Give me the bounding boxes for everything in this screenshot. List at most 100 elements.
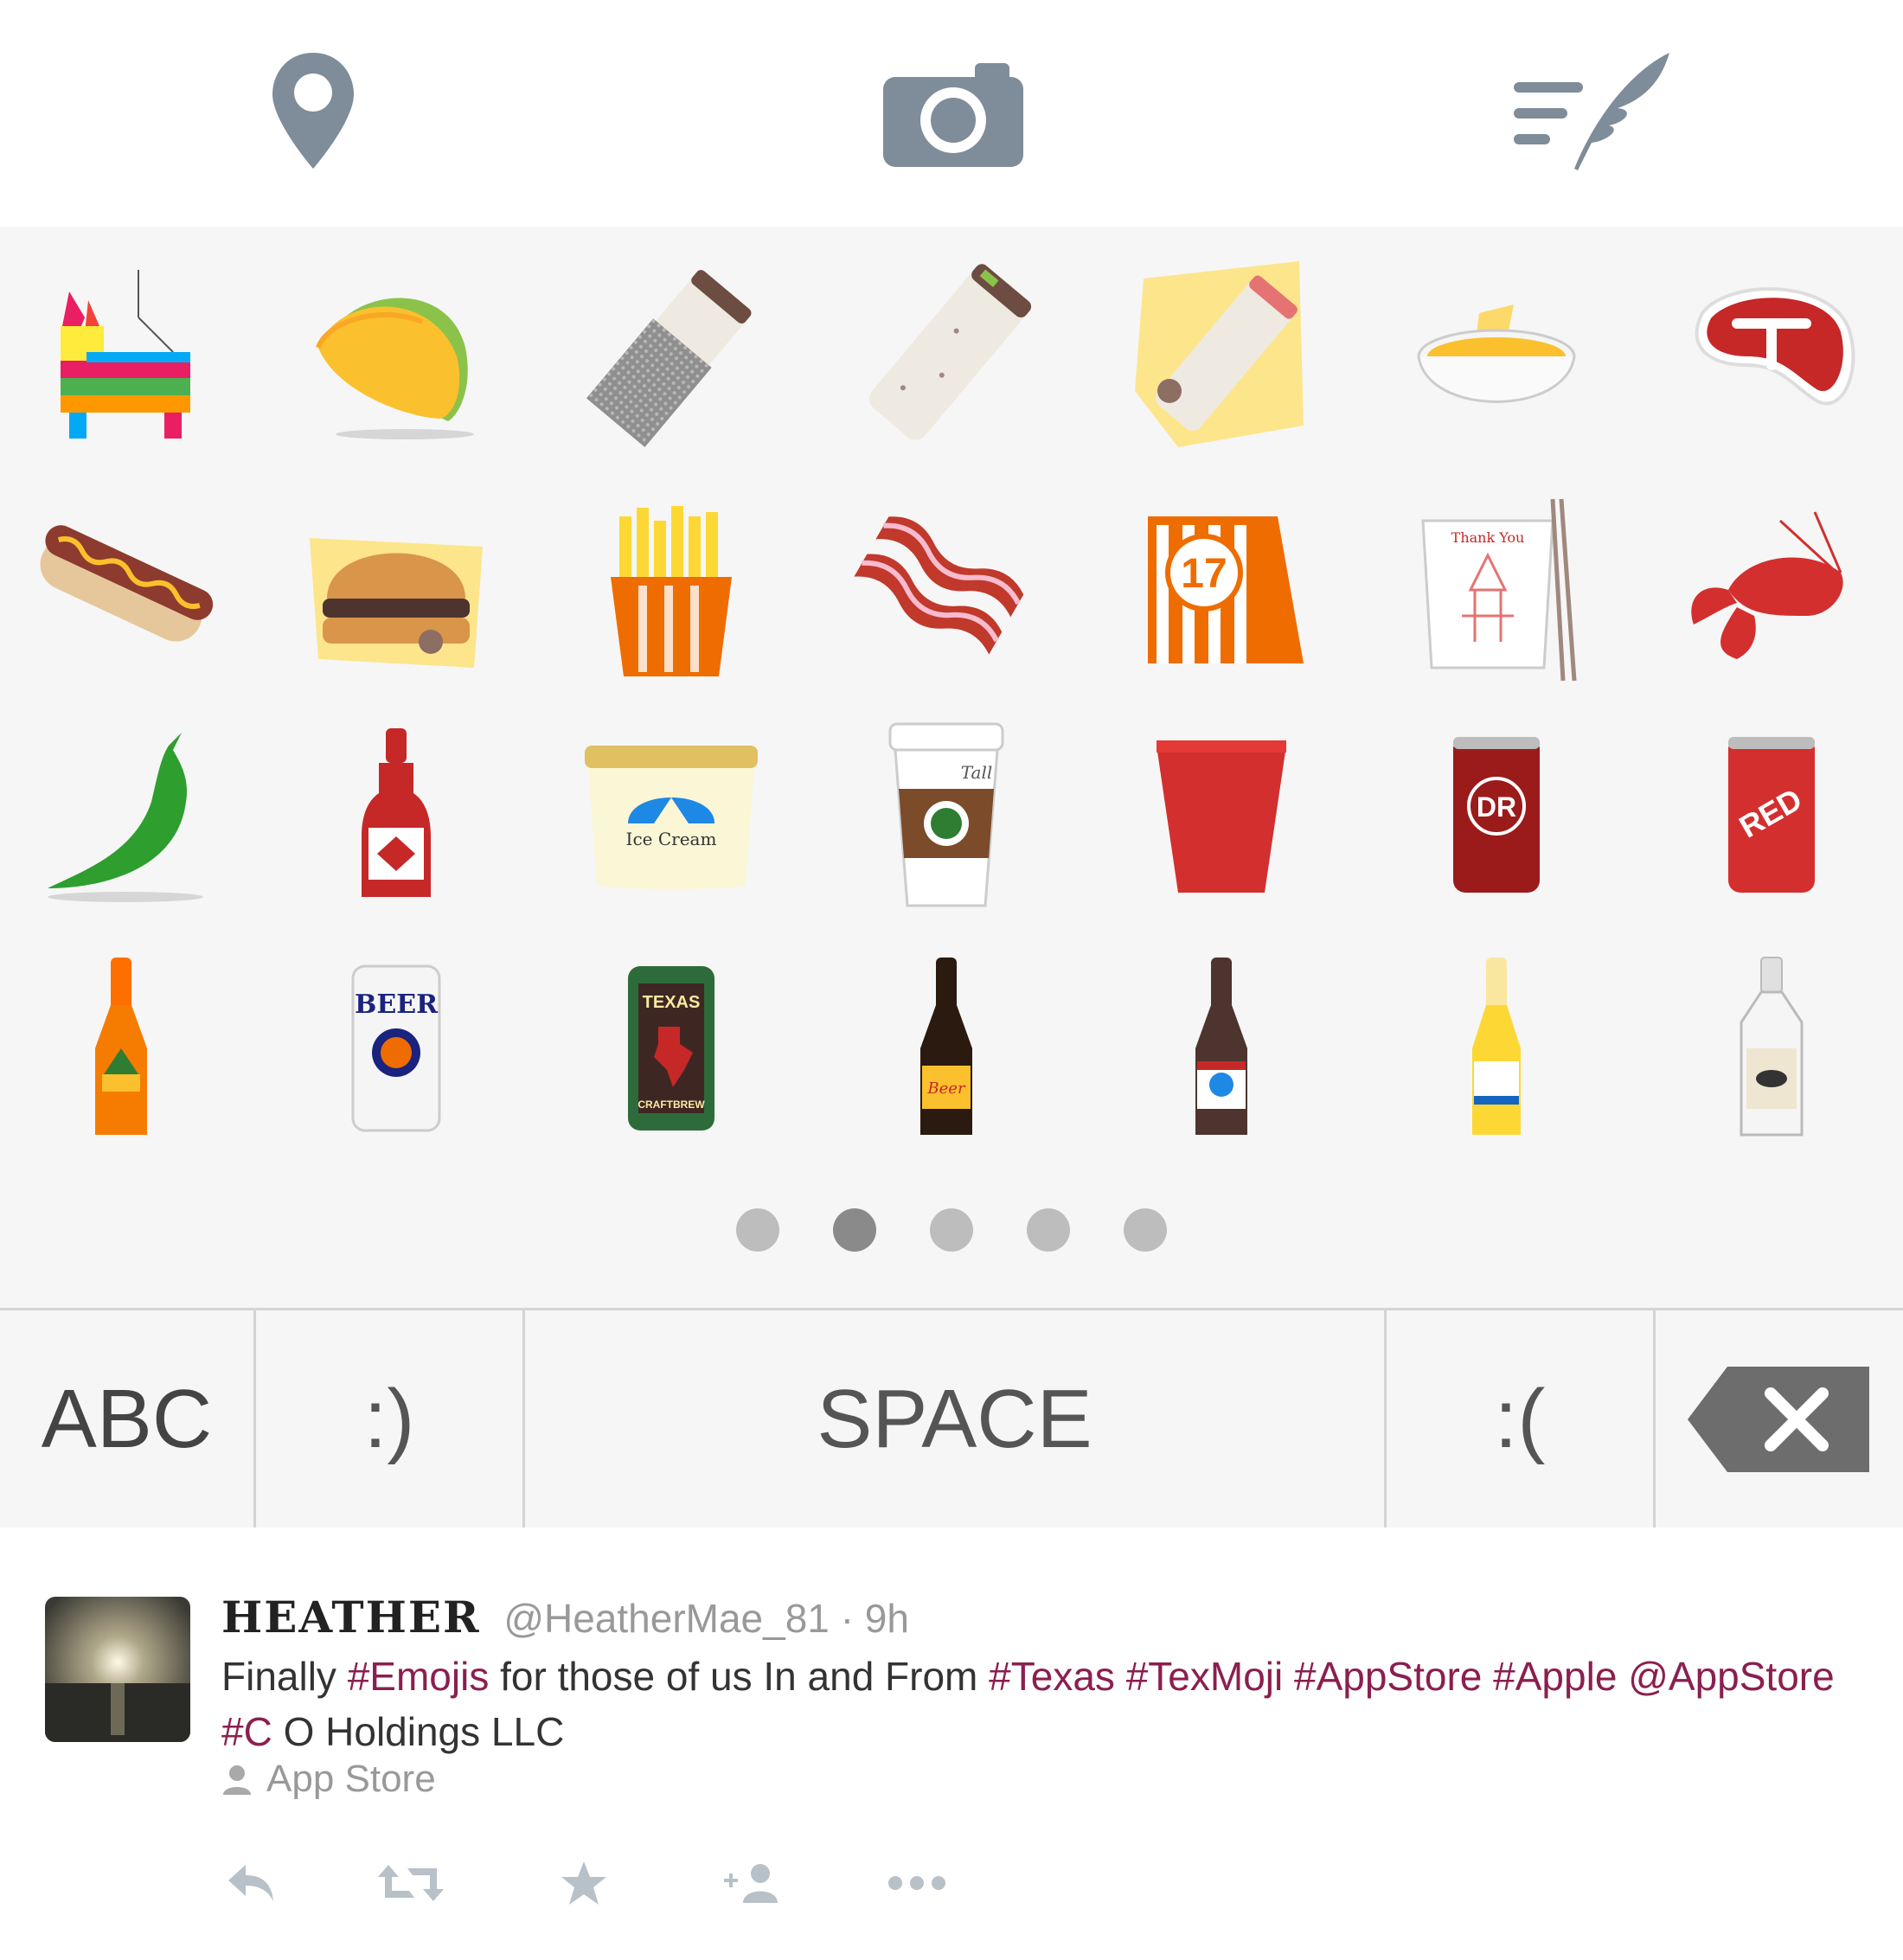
quill-compose-icon — [1514, 53, 1669, 170]
follow-button[interactable] — [718, 1853, 787, 1913]
source-label: App Store — [266, 1758, 436, 1800]
tweet-text-segment: for those of us In and From — [489, 1654, 990, 1699]
hashtag-link[interactable]: #C — [221, 1709, 272, 1754]
fries-icon — [611, 506, 732, 676]
emoji-amber-beer[interactable] — [1118, 945, 1325, 1152]
emoji-fries[interactable] — [567, 486, 775, 694]
emoji-queso-bowl[interactable] — [1393, 253, 1600, 460]
hashtag-link[interactable]: #AppStore — [1294, 1654, 1482, 1699]
ice-cream-tub-icon: Ice Cream — [585, 746, 758, 889]
follow-icon — [724, 1864, 778, 1903]
retweet-button[interactable] — [376, 1853, 445, 1913]
emoji-pinata[interactable] — [17, 253, 225, 460]
handle[interactable]: @HeatherMae_81 — [503, 1596, 830, 1641]
delete-key[interactable] — [1656, 1310, 1903, 1528]
display-name[interactable]: HEATHER — [221, 1592, 481, 1643]
page-dot[interactable] — [1124, 1208, 1167, 1252]
emoji-crawfish[interactable] — [1668, 486, 1875, 694]
emoji-orange-soda[interactable] — [17, 945, 225, 1152]
favorite-button[interactable] — [549, 1853, 618, 1913]
camera-button[interactable] — [858, 35, 1048, 190]
emoji-steak[interactable] — [1668, 253, 1875, 460]
reply-button[interactable] — [216, 1853, 285, 1913]
steak-icon — [1695, 287, 1855, 406]
takeout-box-icon: Thank You — [1421, 498, 1577, 682]
dr-pepper-can-icon: DR — [1453, 737, 1540, 893]
abc-key[interactable]: ABC — [0, 1310, 256, 1528]
emoji-bacon[interactable] — [843, 486, 1050, 694]
frown-key[interactable]: :( — [1387, 1310, 1656, 1528]
emoji-hot-sauce[interactable] — [292, 711, 500, 919]
emoji-hot-dog[interactable] — [17, 486, 225, 694]
emoji-red-cup[interactable] — [1118, 711, 1325, 919]
emoji-texas-can[interactable]: TEXAS CRAFTBREW — [567, 945, 775, 1152]
backspace-icon — [1688, 1366, 1869, 1472]
emoji-burger[interactable] — [292, 486, 500, 694]
dr-can-label: DR — [1477, 791, 1516, 823]
emoji-corona[interactable] — [1393, 945, 1600, 1152]
avatar[interactable] — [45, 1597, 190, 1742]
hot-sauce-icon — [362, 728, 431, 897]
emoji-dark-beer[interactable]: Beer — [843, 945, 1050, 1152]
emoji-red-can[interactable]: RED — [1668, 711, 1875, 919]
bacon-icon — [854, 516, 1024, 655]
page-dot[interactable] — [1027, 1208, 1070, 1252]
hashtag-link[interactable]: #Texas — [989, 1654, 1115, 1699]
emoji-jalapeno[interactable] — [17, 711, 225, 919]
user-icon — [223, 1765, 251, 1795]
emoji-order-tent[interactable]: 17 — [1118, 486, 1325, 694]
emoji-burrito[interactable] — [843, 253, 1050, 460]
corona-bottle-icon — [1472, 958, 1521, 1135]
order-number: 17 — [1181, 551, 1227, 597]
emoji-taco[interactable] — [292, 253, 500, 460]
dark-bottle-label: Beer — [926, 1079, 966, 1098]
location-button[interactable] — [218, 35, 408, 190]
hashtag-link[interactable]: @AppStore — [1628, 1654, 1835, 1699]
tweet-text-segment — [1115, 1654, 1126, 1699]
emoji-panel: 17 Thank You Ice Cream Tall DR RED BEER … — [0, 227, 1903, 1308]
emoji-burrito-foil[interactable] — [567, 253, 775, 460]
favorite-icon — [561, 1861, 606, 1905]
compose-button[interactable] — [1496, 35, 1687, 190]
emoji-takeout[interactable]: Thank You — [1393, 486, 1600, 694]
sunset-photo-icon — [45, 1597, 190, 1742]
burger-icon — [310, 538, 483, 668]
coffee-cup-icon: Tall — [888, 722, 1004, 907]
space-key[interactable]: SPACE — [525, 1310, 1387, 1528]
camera-icon — [883, 63, 1023, 167]
emoji-dr-can[interactable]: DR — [1393, 711, 1600, 919]
burrito-paper-icon — [1135, 261, 1304, 447]
hashtag-link[interactable]: #Apple — [1493, 1654, 1617, 1699]
page-dot-active[interactable] — [833, 1208, 876, 1252]
tweet-source[interactable]: App Store — [220, 1758, 436, 1801]
texas-can-top: TEXAS — [643, 993, 701, 1012]
page-dot[interactable] — [736, 1208, 779, 1252]
separator: · — [840, 1596, 855, 1641]
page-dot[interactable] — [930, 1208, 973, 1252]
vodka-bottle-icon — [1740, 957, 1804, 1137]
hashtag-link[interactable]: #TexMoji — [1126, 1654, 1284, 1699]
tweet-text-segment: O Holdings LLC — [272, 1709, 565, 1754]
tweet-text: Finally #Emojis for those of us In and F… — [221, 1649, 1848, 1759]
coffee-label: Tall — [961, 762, 993, 783]
compose-toolbar — [0, 0, 1903, 227]
emoji-coffee[interactable]: Tall — [843, 711, 1050, 919]
emoji-ice-cream[interactable]: Ice Cream — [567, 711, 775, 919]
emoji-page-indicator — [0, 1208, 1903, 1252]
tweet-text-segment: Finally — [221, 1654, 348, 1699]
screen: 17 Thank You Ice Cream Tall DR RED BEER … — [0, 0, 1903, 1960]
smile-key[interactable]: :) — [256, 1310, 525, 1528]
timestamp[interactable]: 9h — [865, 1596, 909, 1641]
texas-beer-can-icon: TEXAS CRAFTBREW — [628, 966, 714, 1131]
tweet-text-segment — [1482, 1654, 1493, 1699]
emoji-vodka[interactable] — [1668, 945, 1875, 1152]
big-red-can-icon: RED — [1728, 737, 1815, 893]
more-button[interactable] — [882, 1853, 952, 1913]
more-icon — [888, 1876, 945, 1890]
tweet-text-segment — [1283, 1654, 1294, 1699]
emoji-burrito-paper[interactable] — [1118, 253, 1325, 460]
hashtag-link[interactable]: #Emojis — [348, 1654, 490, 1699]
emoji-beer-can[interactable]: BEER — [292, 945, 500, 1152]
jalapeno-icon — [48, 733, 203, 902]
hot-dog-icon — [40, 525, 214, 642]
